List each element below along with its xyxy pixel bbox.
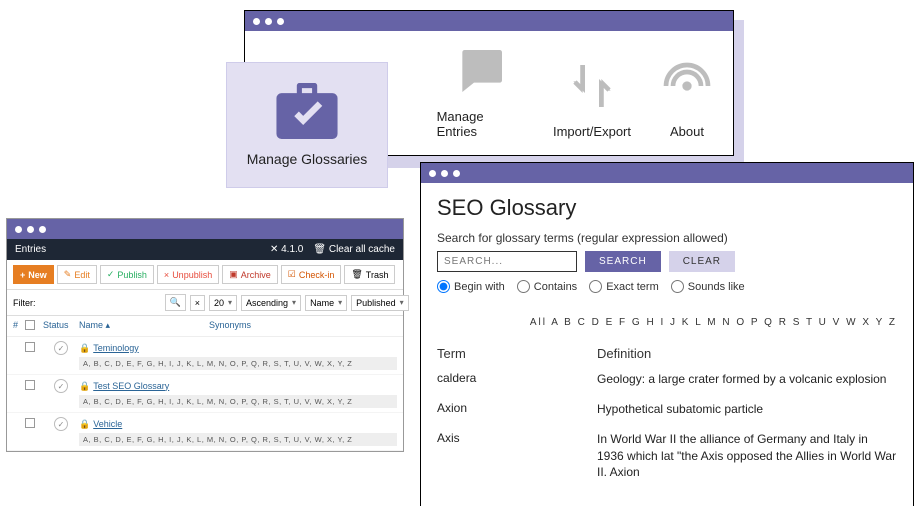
order-select[interactable]: Ascending▾	[241, 295, 301, 311]
nav-manage-glossaries[interactable]: Manage Glossaries	[226, 62, 388, 188]
radio-contains[interactable]: Contains	[517, 280, 577, 293]
clear-filter-btn[interactable]: ×	[190, 295, 205, 311]
trash-button[interactable]: 🗑 Trash	[344, 265, 395, 284]
definition: Geology: a large crater formed by a volc…	[597, 371, 897, 387]
checkin-button[interactable]: ☑ Check-in	[281, 265, 342, 284]
col-term: Term	[437, 346, 597, 361]
window-controls	[421, 163, 913, 183]
row-checkbox[interactable]	[25, 342, 35, 352]
window-controls	[245, 11, 733, 31]
pagesize-select[interactable]: 20▾	[209, 295, 237, 311]
table-row: ✓ 🔒Teminology A, B, C, D, E, F, G, H, I, J…	[7, 337, 403, 375]
state-select[interactable]: Published▾	[351, 295, 409, 311]
nav-label: About	[670, 124, 704, 139]
table-row: ✓ 🔒Test SEO Glossary A, B, C, D, E, F, G, …	[7, 375, 403, 413]
clear-cache-link[interactable]: 🗑 Clear all cache	[313, 244, 395, 255]
term: caldera	[437, 371, 597, 387]
match-mode-radios: Begin with Contains Exact term Sounds li…	[437, 280, 897, 293]
result-header: Term Definition	[437, 346, 897, 361]
filter-bar: Filter: 🔍 × 20▾ Ascending▾ Name▾ Publish…	[7, 290, 403, 316]
chat-icon	[453, 43, 509, 99]
col-definition: Definition	[597, 346, 651, 361]
term: Axion	[437, 401, 597, 417]
traffic-dot[interactable]	[265, 18, 272, 25]
definition: Hypothetical subatomic particle	[597, 401, 897, 417]
search-input[interactable]	[437, 251, 577, 272]
alpha-list: A, B, C, D, E, F, G, H, I, J, K, L, M, N…	[79, 395, 397, 408]
publish-button[interactable]: ✓ Publish	[100, 265, 154, 284]
traffic-dot[interactable]	[441, 170, 448, 177]
term: Axis	[437, 431, 597, 480]
nav-label: Manage Entries	[437, 109, 525, 139]
traffic-dot[interactable]	[453, 170, 460, 177]
search-icon-btn[interactable]: 🔍	[165, 294, 186, 311]
glossary-window: SEO Glossary Search for glossary terms (…	[420, 162, 914, 506]
lock-icon: 🔒	[79, 419, 90, 429]
table-row: ✓ 🔒Vehicle A, B, C, D, E, F, G, H, I, J, K…	[7, 413, 403, 451]
radio-sounds-like[interactable]: Sounds like	[671, 280, 745, 293]
search-button[interactable]: SEARCH	[585, 251, 661, 272]
admin-title: Entries	[15, 244, 46, 255]
col-synonyms[interactable]: Synonyms	[209, 320, 397, 332]
status-published-icon[interactable]: ✓	[54, 379, 68, 393]
col-name[interactable]: Name ▴	[79, 320, 209, 332]
col-status[interactable]: Status	[43, 320, 79, 332]
filter-input[interactable]	[40, 296, 161, 310]
col-num[interactable]: #	[13, 320, 25, 332]
lock-icon: 🔒	[79, 381, 90, 391]
briefcase-check-icon	[275, 83, 339, 139]
traffic-dot[interactable]	[27, 226, 34, 233]
row-checkbox[interactable]	[25, 418, 35, 428]
transfer-icon	[564, 58, 620, 114]
admin-window: Entries ✕ 4.1.0 🗑 Clear all cache + New …	[6, 218, 404, 452]
entry-link[interactable]: Teminology	[93, 343, 139, 353]
definition-row: AxionHypothetical subatomic particle	[437, 401, 897, 417]
alpha-list: A, B, C, D, E, F, G, H, I, J, K, L, M, N…	[79, 357, 397, 370]
version-badge: ✕ 4.1.0	[270, 244, 303, 255]
window-controls	[7, 219, 403, 239]
radio-begin-with[interactable]: Begin with	[437, 280, 505, 293]
page-title: SEO Glossary	[437, 195, 897, 221]
table-header: # Status Name ▴ Synonyms	[7, 316, 403, 337]
sort-select[interactable]: Name▾	[305, 295, 347, 311]
traffic-dot[interactable]	[15, 226, 22, 233]
status-published-icon[interactable]: ✓	[54, 341, 68, 355]
new-button[interactable]: + New	[13, 265, 54, 284]
unpublish-button[interactable]: × Unpublish	[157, 265, 219, 284]
admin-header: Entries ✕ 4.1.0 🗑 Clear all cache	[7, 239, 403, 260]
entry-link[interactable]: Vehicle	[93, 419, 122, 429]
alpha-list: A, B, C, D, E, F, G, H, I, J, K, L, M, N…	[79, 433, 397, 446]
status-published-icon[interactable]: ✓	[54, 417, 68, 431]
row-checkbox[interactable]	[25, 380, 35, 390]
radio-exact[interactable]: Exact term	[589, 280, 659, 293]
archive-button[interactable]: ▣ Archive	[222, 265, 278, 284]
definition: In World War II the alliance of Germany …	[597, 431, 897, 480]
select-all-checkbox[interactable]	[25, 320, 35, 330]
filter-label: Filter:	[13, 298, 36, 308]
search-help: Search for glossary terms (regular expre…	[437, 231, 897, 245]
toolbar: + New ✎ Edit ✓ Publish × Unpublish ▣ Arc…	[7, 260, 403, 290]
traffic-dot[interactable]	[253, 18, 260, 25]
traffic-dot[interactable]	[277, 18, 284, 25]
clear-button[interactable]: CLEAR	[669, 251, 735, 272]
edit-button[interactable]: ✎ Edit	[57, 265, 97, 284]
traffic-dot[interactable]	[429, 170, 436, 177]
entry-link[interactable]: Test SEO Glossary	[93, 381, 169, 391]
nav-label: Import/Export	[553, 124, 631, 139]
lock-icon: 🔒	[79, 343, 90, 353]
traffic-dot[interactable]	[39, 226, 46, 233]
nav-import-export[interactable]: Import/Export	[553, 58, 631, 139]
definition-row: AxisIn World War II the alliance of Germ…	[437, 431, 897, 480]
alpha-index[interactable]: All A B C D E F G H I J K L M N O P Q R …	[437, 317, 897, 328]
nav-manage-entries[interactable]: Manage Entries	[437, 43, 525, 139]
nav-about[interactable]: About	[659, 58, 715, 139]
nav-label: Manage Glossaries	[247, 151, 368, 167]
broadcast-icon	[659, 58, 715, 114]
definition-row: calderaGeology: a large crater formed by…	[437, 371, 897, 387]
